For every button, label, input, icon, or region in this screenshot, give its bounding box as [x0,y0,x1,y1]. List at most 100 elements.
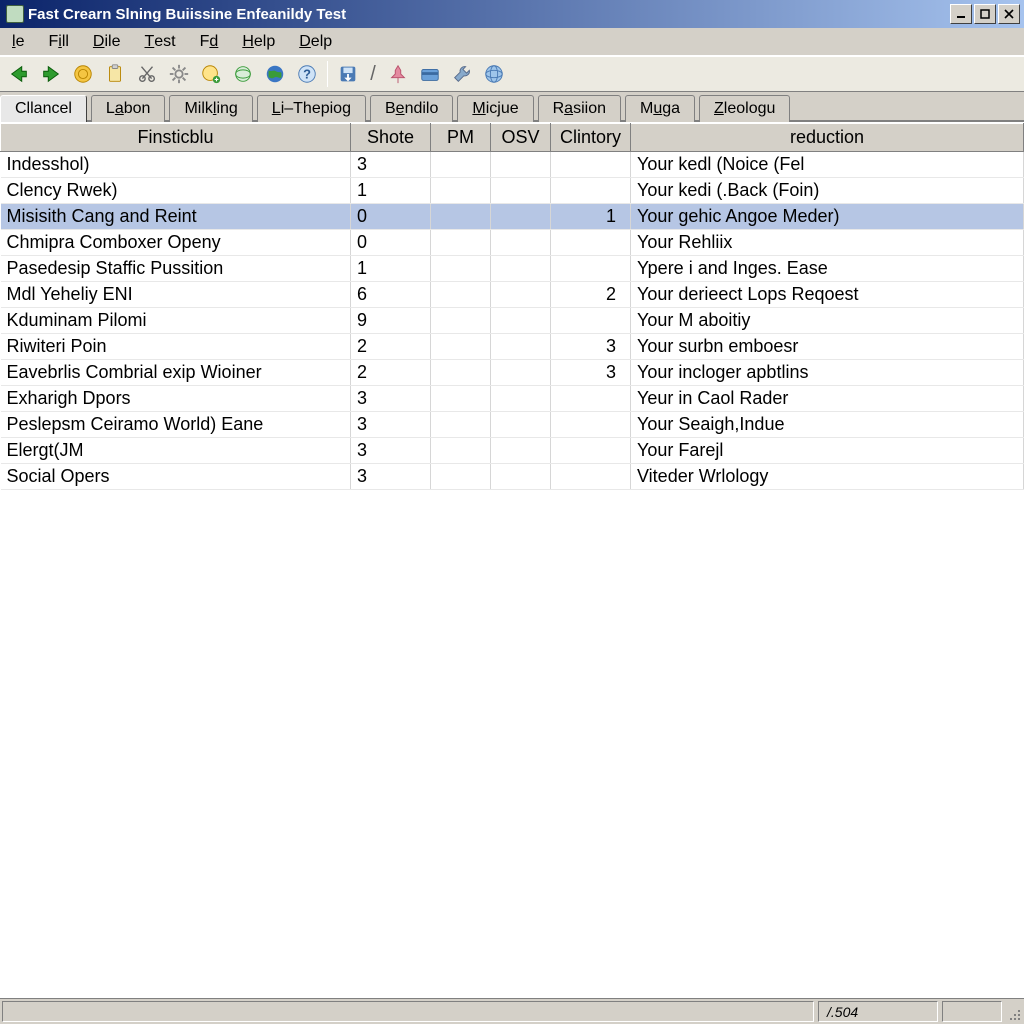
cell[interactable] [491,178,551,204]
cell[interactable]: 3 [351,152,431,178]
cell[interactable] [491,204,551,230]
cell[interactable] [431,412,491,438]
close-button[interactable] [998,4,1020,24]
back-button[interactable] [4,59,34,89]
cell[interactable]: 3 [551,360,631,386]
settings-button[interactable] [164,59,194,89]
cell[interactable] [431,152,491,178]
table-row[interactable]: Kduminam Pilomi9 Your M aboitiy [1,308,1024,334]
cell[interactable] [551,438,631,464]
menu-item-4[interactable]: Fd [188,28,231,55]
cell[interactable] [491,438,551,464]
cell[interactable] [551,256,631,282]
minimize-button[interactable] [950,4,972,24]
tab-6[interactable]: Rasiion [538,95,621,122]
header-clintory[interactable]: Clintory [551,124,631,152]
cell[interactable]: Your Rehliix [631,230,1024,256]
cell[interactable] [551,386,631,412]
cell[interactable]: 3 [351,386,431,412]
tab-5[interactable]: Micjue [457,95,533,122]
cell[interactable] [431,334,491,360]
cell[interactable]: 3 [351,412,431,438]
cell[interactable] [491,308,551,334]
cell[interactable] [491,464,551,490]
add-user-button[interactable] [196,59,226,89]
cell[interactable]: Indesshol) [1,152,351,178]
help-button[interactable]: ? [292,59,322,89]
coin-button[interactable] [68,59,98,89]
table-row[interactable]: Elergt(JM3Your Farejl [1,438,1024,464]
cell[interactable]: Social Opers [1,464,351,490]
clipboard-button[interactable] [100,59,130,89]
cell[interactable] [431,464,491,490]
cell[interactable]: 0 [351,230,431,256]
cell[interactable]: Your gehic Angoe Meder) [631,204,1024,230]
cell[interactable]: Your Seaigh,Indue [631,412,1024,438]
header-shote[interactable]: Shote [351,124,431,152]
cell[interactable] [491,386,551,412]
menu-item-6[interactable]: Delp [287,28,344,55]
tab-0[interactable]: Cllancel [0,95,87,122]
cell[interactable] [551,412,631,438]
maximize-button[interactable] [974,4,996,24]
tab-8[interactable]: Zleologu [699,95,790,122]
cell[interactable] [431,256,491,282]
header-osv[interactable]: OSV [491,124,551,152]
globe-button[interactable] [260,59,290,89]
header-pm[interactable]: PM [431,124,491,152]
cell[interactable] [431,386,491,412]
cell[interactable]: Misisith Cang and Reint [1,204,351,230]
cell[interactable] [491,256,551,282]
cell[interactable]: 3 [351,464,431,490]
cell[interactable] [551,152,631,178]
table-row[interactable]: Mdl Yeheliy ENI6 2Your derieect Lops Reqo… [1,282,1024,308]
cell[interactable]: 2 [551,282,631,308]
menu-item-5[interactable]: Help [230,28,287,55]
cell[interactable] [491,152,551,178]
table-row[interactable]: Riwiteri Poin2 3Your surbn emboesr [1,334,1024,360]
cell[interactable]: Your M aboitiy [631,308,1024,334]
tab-3[interactable]: Li–Thepiog [257,95,366,122]
cell[interactable]: 9 [351,308,431,334]
resize-grip[interactable] [1004,999,1024,1024]
table-row[interactable]: Exharigh Dpors3 Yeur in Caol Rader [1,386,1024,412]
header-reduction[interactable]: reduction [631,124,1024,152]
table-row[interactable]: Clency Rwek)1Your kedi (.Back (Foin) [1,178,1024,204]
save-button[interactable] [333,59,363,89]
cell[interactable]: Peslepsm Ceiramo World) Eane [1,412,351,438]
tab-2[interactable]: Milkling [169,95,252,122]
table-row[interactable]: Misisith Cang and Reint01Your gehic Ango… [1,204,1024,230]
tack-button[interactable] [383,59,413,89]
cell[interactable]: Your kedl (Noice (Fel [631,152,1024,178]
tab-1[interactable]: Labon [91,95,166,122]
cell[interactable]: Your kedi (.Back (Foin) [631,178,1024,204]
cell[interactable] [431,178,491,204]
cell[interactable]: Clency Rwek) [1,178,351,204]
cell[interactable] [551,464,631,490]
cell[interactable] [491,334,551,360]
menu-item-2[interactable]: Dile [81,28,133,55]
cell[interactable]: Riwiteri Poin [1,334,351,360]
cell[interactable]: Your derieect Lops Reqoest [631,282,1024,308]
cell[interactable]: 2 [351,334,431,360]
cell[interactable]: 6 [351,282,431,308]
cell[interactable]: Your surbn emboesr [631,334,1024,360]
cell[interactable]: Your incloger apbtlins [631,360,1024,386]
cell[interactable] [431,204,491,230]
cell[interactable]: Chmipra Comboxer Openy [1,230,351,256]
cell[interactable]: 3 [351,438,431,464]
cell[interactable]: Yeur in Caol Rader [631,386,1024,412]
table-row[interactable]: Social Opers3Viteder Wrlology [1,464,1024,490]
cell[interactable] [431,438,491,464]
cell[interactable]: 1 [351,256,431,282]
tab-4[interactable]: Bendilo [370,95,453,122]
menu-item-0[interactable]: le [0,28,36,55]
cell[interactable]: Your Farejl [631,438,1024,464]
cell[interactable]: Mdl Yeheliy ENI [1,282,351,308]
cell[interactable]: Exharigh Dpors [1,386,351,412]
data-table[interactable]: Finsticblu Shote PM OSV Clintory reducti… [0,123,1024,490]
cell[interactable]: 3 [551,334,631,360]
cell[interactable] [551,308,631,334]
cell[interactable]: Kduminam Pilomi [1,308,351,334]
cell[interactable]: Pasedesip Staffic Pussition [1,256,351,282]
